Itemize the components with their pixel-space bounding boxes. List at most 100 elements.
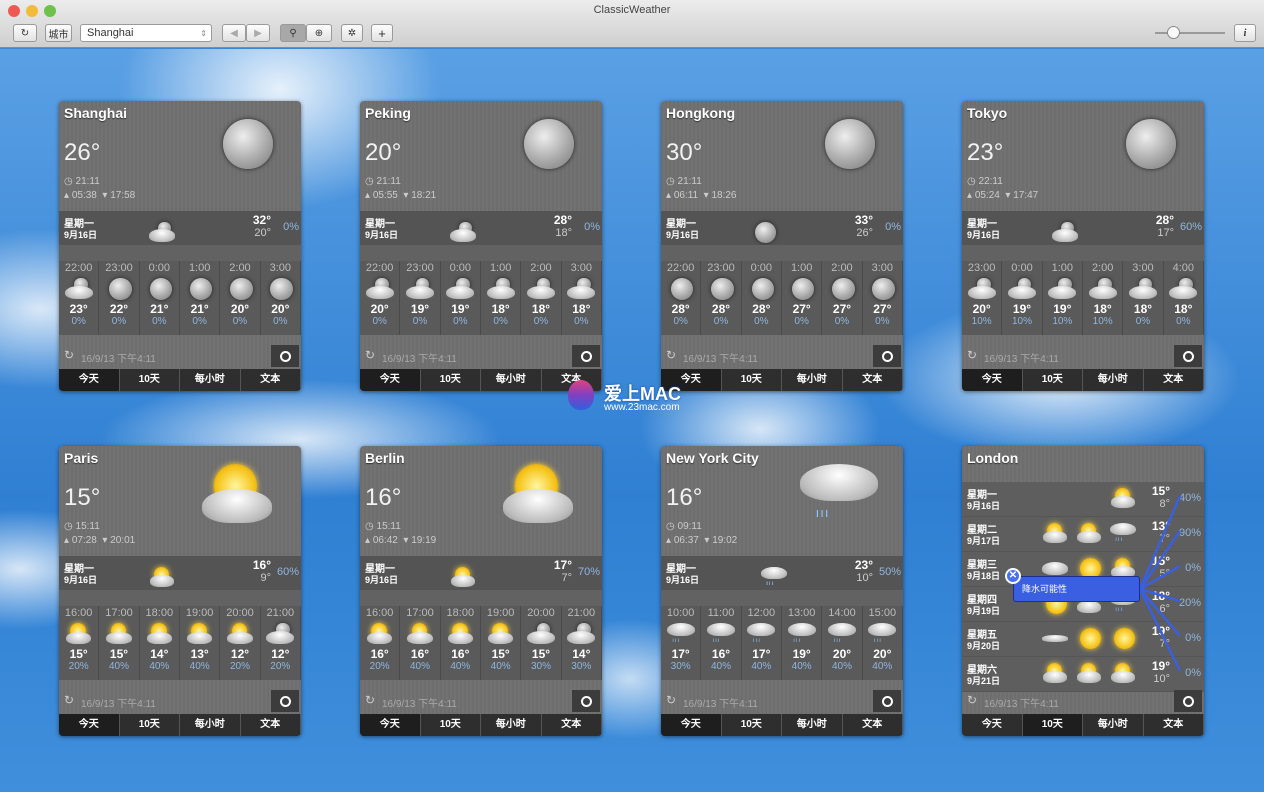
sun-times: ▴ 05:38 ▾ 17:58 [64, 190, 136, 201]
tab-10day[interactable]: 10天 [1023, 369, 1083, 391]
city-select[interactable]: Shanghai ⇕ [80, 24, 212, 42]
moon-icon [515, 119, 577, 169]
tab-today[interactable]: 今天 [360, 369, 421, 391]
refresh-icon[interactable]: ↻ [365, 348, 375, 362]
flip-button[interactable] [873, 690, 901, 712]
tab-today[interactable]: 今天 [59, 714, 120, 736]
tab-10day[interactable]: 10天 [722, 369, 782, 391]
flip-button[interactable] [572, 690, 600, 712]
tab-hourly[interactable]: 每小时 [782, 714, 843, 736]
cloud-moon-icon [1052, 222, 1078, 243]
hour-item: 16:00 16° 20% [360, 606, 401, 680]
hour-precip: 0% [574, 316, 589, 328]
tab-10day[interactable]: 10天 [421, 714, 481, 736]
weather-card-london[interactable]: London 星期一 9月16日 15° 8° 40% 星期二 9月17日 ııı 13° 7° 9… [962, 446, 1204, 736]
tab-today[interactable]: 今天 [962, 369, 1023, 391]
hour-time: 18:00 [145, 607, 174, 619]
precip-chance: 60% [276, 566, 299, 578]
date: 9月16日 [365, 575, 399, 585]
tab-hourly[interactable]: 每小时 [180, 714, 241, 736]
tab-10day[interactable]: 10天 [722, 714, 782, 736]
weather-card[interactable]: Berlin 16° ◷ 15:11 ▴ 06:42 ▾ 19:19 星期一 9… [360, 446, 602, 736]
current-temp: 15° [64, 484, 101, 511]
flip-button[interactable] [1174, 345, 1202, 367]
tab-hourly[interactable]: 每小时 [481, 369, 542, 391]
tab-hourly[interactable]: 每小时 [481, 714, 542, 736]
current-temp: 16° [666, 484, 703, 511]
sunset-time: 18:26 [711, 190, 737, 201]
hour-temp: 20° [230, 302, 250, 317]
cloud-moon-icon [567, 278, 596, 300]
moon-icon [214, 119, 276, 169]
flip-button[interactable] [271, 690, 299, 712]
slider-knob[interactable] [1166, 26, 1180, 39]
hour-time: 4:00 [1172, 262, 1195, 274]
tab-text[interactable]: 文本 [241, 714, 301, 736]
close-tooltip-button[interactable]: ✕ [1005, 568, 1021, 584]
hour-precip: 30% [571, 661, 592, 673]
tab-text[interactable]: 文本 [843, 369, 903, 391]
hour-item: 17:00 15° 40% [99, 606, 140, 680]
city-button[interactable]: 城市 [45, 24, 72, 42]
settings-button[interactable]: ✲ [341, 24, 363, 42]
refresh-icon[interactable]: ↻ [666, 348, 676, 362]
refresh-icon[interactable]: ↻ [967, 348, 977, 362]
flip-button[interactable] [873, 345, 901, 367]
tab-hourly[interactable]: 每小时 [180, 369, 241, 391]
tab-text[interactable]: 文本 [1144, 369, 1204, 391]
tab-today[interactable]: 今天 [661, 714, 722, 736]
tab-text[interactable]: 文本 [843, 714, 903, 736]
refresh-icon[interactable]: ↻ [64, 693, 74, 707]
hourly-forecast: 22:00 20° 0% 23:00 19° 0% 0:00 19° 0% 1:00 18° 0% 2:… [360, 261, 602, 335]
hour-time: 23:00 [967, 262, 996, 274]
refresh-icon[interactable]: ↻ [365, 693, 375, 707]
flip-button[interactable] [1174, 690, 1202, 712]
hour-temp: 17° [671, 647, 690, 662]
cloud-sun-icon [105, 623, 133, 645]
tab-text[interactable]: 文本 [241, 369, 301, 391]
local-time-value: 22:11 [978, 176, 1003, 187]
refresh-icon[interactable]: ↻ [64, 348, 74, 362]
refresh-icon[interactable]: ↻ [666, 693, 676, 707]
add-button[interactable]: + [371, 24, 393, 42]
refresh-icon[interactable]: ↻ [967, 693, 977, 707]
prev-button[interactable]: ◀ [222, 24, 246, 42]
next-button[interactable]: ▶ [246, 24, 270, 42]
zoom-in-button[interactable]: ⊕ [306, 24, 332, 42]
cloud-sun-icon [226, 623, 254, 645]
weather-card[interactable]: Hongkong 30° ◷ 21:11 ▴ 06:11 ▾ 18:26 星期一… [661, 101, 903, 391]
current-temp: 30° [666, 139, 703, 166]
tab-today[interactable]: 今天 [360, 714, 421, 736]
size-slider[interactable] [1155, 26, 1225, 39]
moon-icon [186, 278, 214, 301]
tab-hourly[interactable]: 每小时 [1083, 714, 1144, 736]
city-name: Peking [365, 105, 411, 121]
tab-today[interactable]: 今天 [59, 369, 120, 391]
flip-button[interactable] [572, 345, 600, 367]
tab-10day[interactable]: 10天 [120, 714, 180, 736]
weather-card[interactable]: Paris 15° ◷ 15:11 ▴ 07:28 ▾ 20:01 星期一 9月… [59, 446, 301, 736]
weather-card[interactable]: Peking 20° ◷ 21:11 ▴ 05:55 ▾ 18:21 星期一 9… [360, 101, 602, 391]
tab-hourly[interactable]: 每小时 [1083, 369, 1144, 391]
weather-card[interactable]: Shanghai 26° ◷ 21:11 ▴ 05:38 ▾ 17:58 星期一… [59, 101, 301, 391]
info-button[interactable]: i [1234, 24, 1256, 42]
flip-button[interactable] [271, 345, 299, 367]
hour-temp: 19° [1053, 302, 1072, 317]
hour-precip: 40% [710, 661, 731, 673]
tab-hourly[interactable]: 每小时 [782, 369, 843, 391]
tab-text[interactable]: 文本 [542, 714, 602, 736]
refresh-button[interactable]: ↻ [13, 24, 37, 42]
weather-card[interactable]: Tokyo 23° ◷ 22:11 ▴ 05:24 ▾ 17:47 星期一 9月… [962, 101, 1204, 391]
cloud-moon-icon [365, 278, 394, 300]
tab-10day[interactable]: 10天 [1022, 714, 1083, 736]
hour-temp: 18° [491, 302, 510, 317]
current-temp: 16° [365, 484, 402, 511]
hour-item: 17:00 16° 40% [400, 606, 441, 680]
zoom-out-button[interactable]: ⚲ [280, 24, 306, 42]
tab-10day[interactable]: 10天 [421, 369, 481, 391]
tab-10day[interactable]: 10天 [120, 369, 180, 391]
tab-text[interactable]: 文本 [1144, 714, 1204, 736]
tab-today[interactable]: 今天 [962, 714, 1023, 736]
weather-card[interactable]: New York City 16° ııı ◷ 09:11 ▴ 06:37 ▾ … [661, 446, 903, 736]
cloud-moon-icon [486, 278, 515, 300]
